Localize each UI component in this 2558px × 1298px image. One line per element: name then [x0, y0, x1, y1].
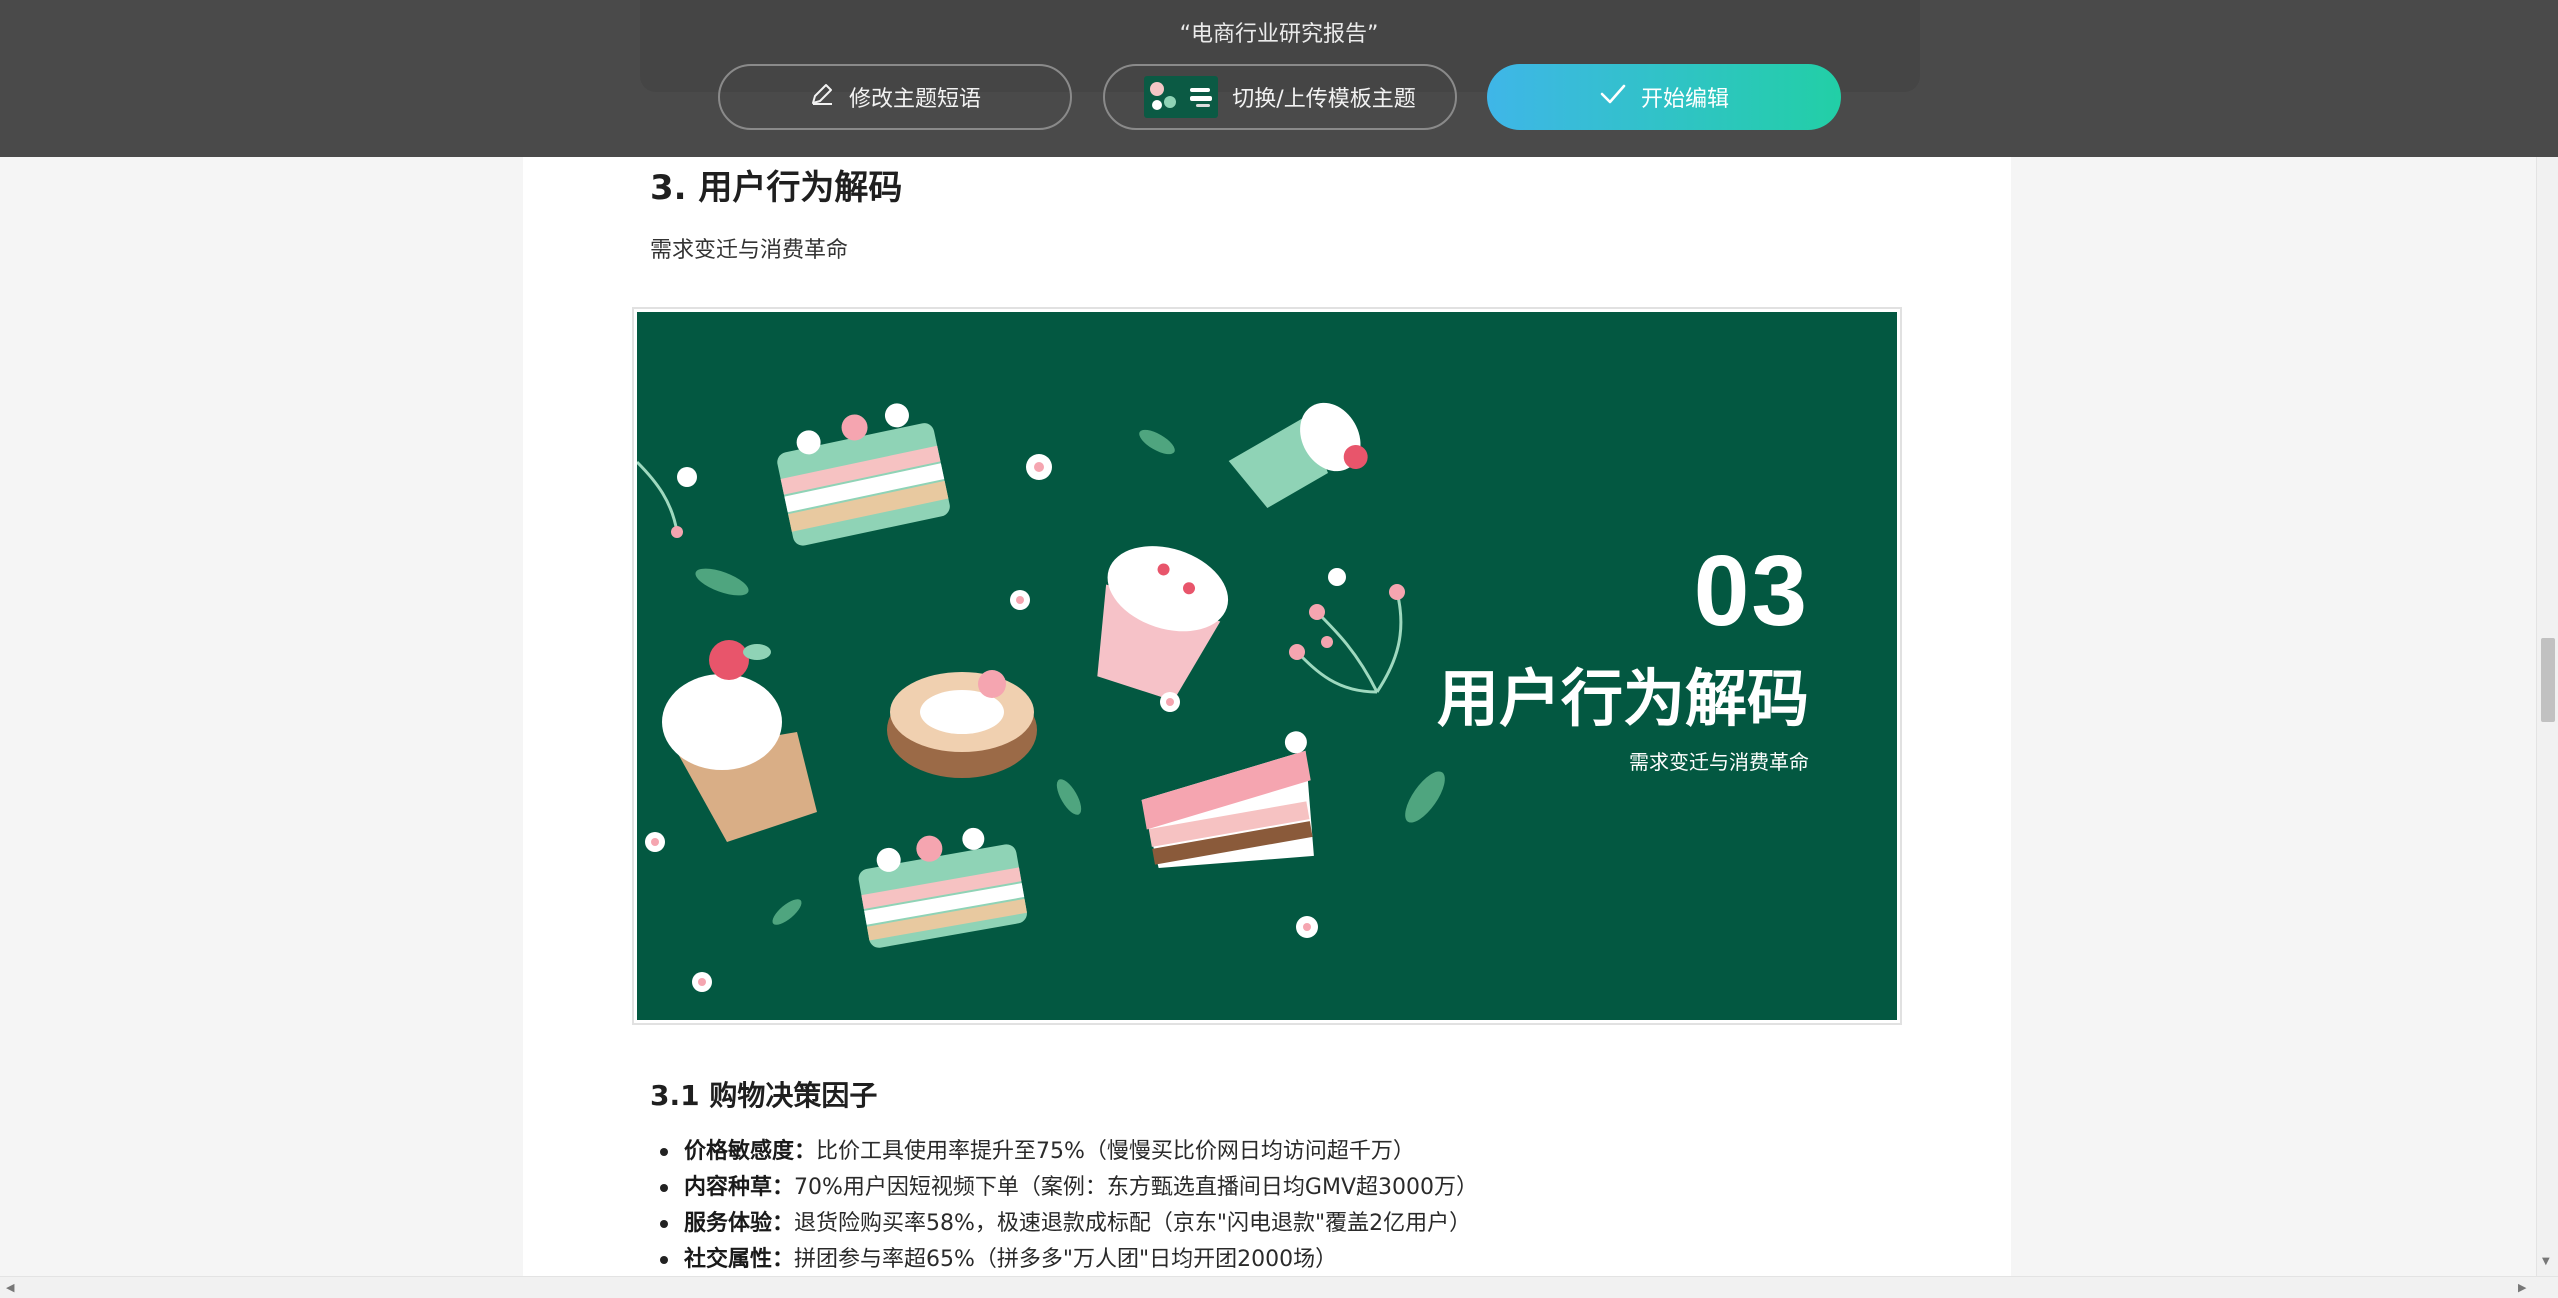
- list-item: 价格敏感度： 比价工具使用率提升至75%（慢慢买比价网日均访问超千万）: [660, 1134, 1478, 1170]
- cupcake-illustration: [662, 640, 817, 842]
- template-thumbnail: [1144, 76, 1219, 118]
- vertical-scroll-thumb[interactable]: [2541, 638, 2555, 722]
- bullet-dot: [660, 1220, 668, 1228]
- edit-theme-phrase-button[interactable]: 修改主题短语: [718, 64, 1072, 130]
- bullet-dot: [660, 1184, 668, 1192]
- list-item-label: 内容种草：: [684, 1175, 795, 1200]
- slide-preview[interactable]: 03 用户行为解码 需求变迁与消费革命: [632, 307, 1902, 1025]
- list-item: 社交属性： 拼团参与率超65%（拼多多"万人团"日均开团2000场）: [660, 1242, 1478, 1278]
- slide-canvas: 03 用户行为解码 需求变迁与消费革命: [637, 312, 1897, 1020]
- list-item-text: 70%用户因短视频下单（案例：东方甄选直播间日均GMV超3000万）: [794, 1175, 1478, 1200]
- decision-factor-list: 价格敏感度： 比价工具使用率提升至75%（慢慢买比价网日均访问超千万） 内容种草…: [660, 1134, 1478, 1278]
- slide-subtitle: 需求变迁与消费革命: [1629, 750, 1809, 774]
- switch-template-button[interactable]: 切换/上传模板主题: [1103, 64, 1457, 130]
- list-item-text: 退货险购买率58%，极速退款成标配（京东"闪电退款"覆盖2亿用户）: [794, 1211, 1472, 1236]
- list-item-text: 拼团参与率超65%（拼多多"万人团"日均开团2000场）: [794, 1247, 1338, 1272]
- switch-template-label: 切换/上传模板主题: [1232, 87, 1416, 112]
- list-item-label: 社交属性：: [684, 1247, 795, 1272]
- pink-cupcake-illustration: [1097, 546, 1229, 701]
- bullet-dot: [660, 1256, 668, 1264]
- document-title: “电商行业研究报告”: [1179, 22, 1379, 47]
- start-edit-button[interactable]: 开始编辑: [1487, 64, 1841, 130]
- branch-buds: [671, 526, 1405, 660]
- scroll-down-icon[interactable]: ▼: [2542, 1256, 2550, 1267]
- mint-cupcake-illustration: [1228, 402, 1368, 508]
- section-heading: 3. 用户行为解码: [650, 168, 903, 208]
- section-subtitle: 需求变迁与消费革命: [650, 238, 849, 263]
- list-item: 服务体验： 退货险购买率58%，极速退款成标配（京东"闪电退款"覆盖2亿用户）: [660, 1206, 1478, 1242]
- scroll-right-icon[interactable]: ▶: [2518, 1281, 2526, 1294]
- list-item: 内容种草： 70%用户因短视频下单（案例：东方甄选直播间日均GMV超3000万）: [660, 1170, 1478, 1206]
- slide-title: 用户行为解码: [1436, 662, 1809, 735]
- roll-cake-illustration: [887, 670, 1037, 778]
- start-edit-label: 开始编辑: [1640, 87, 1729, 112]
- layer-cake-bottom-illustration: [858, 827, 1027, 948]
- list-item-label: 价格敏感度：: [684, 1139, 817, 1164]
- bullet-dot: [660, 1148, 668, 1156]
- layer-cake-illustration: [777, 403, 950, 546]
- top-toolbar: “电商行业研究报告” 修改主题短语 切换/上传模板主题 开始编辑: [0, 0, 2558, 157]
- cake-slice-illustration: [1141, 731, 1314, 869]
- scroll-left-icon[interactable]: ◀: [6, 1281, 14, 1294]
- check-icon: [1599, 83, 1627, 111]
- pencil-icon: [809, 81, 835, 113]
- vertical-scrollbar[interactable]: ▲ ▼: [2536, 0, 2558, 1276]
- subsection-heading: 3.1 购物决策因子: [650, 1079, 878, 1112]
- list-item-text: 比价工具使用率提升至75%（慢慢买比价网日均访问超千万）: [816, 1139, 1415, 1164]
- horizontal-scrollbar[interactable]: ◀ ▶: [0, 1276, 2558, 1298]
- list-item-label: 服务体验：: [684, 1211, 795, 1236]
- slide-number: 03: [1693, 535, 1809, 647]
- edit-theme-label: 修改主题短语: [848, 87, 981, 112]
